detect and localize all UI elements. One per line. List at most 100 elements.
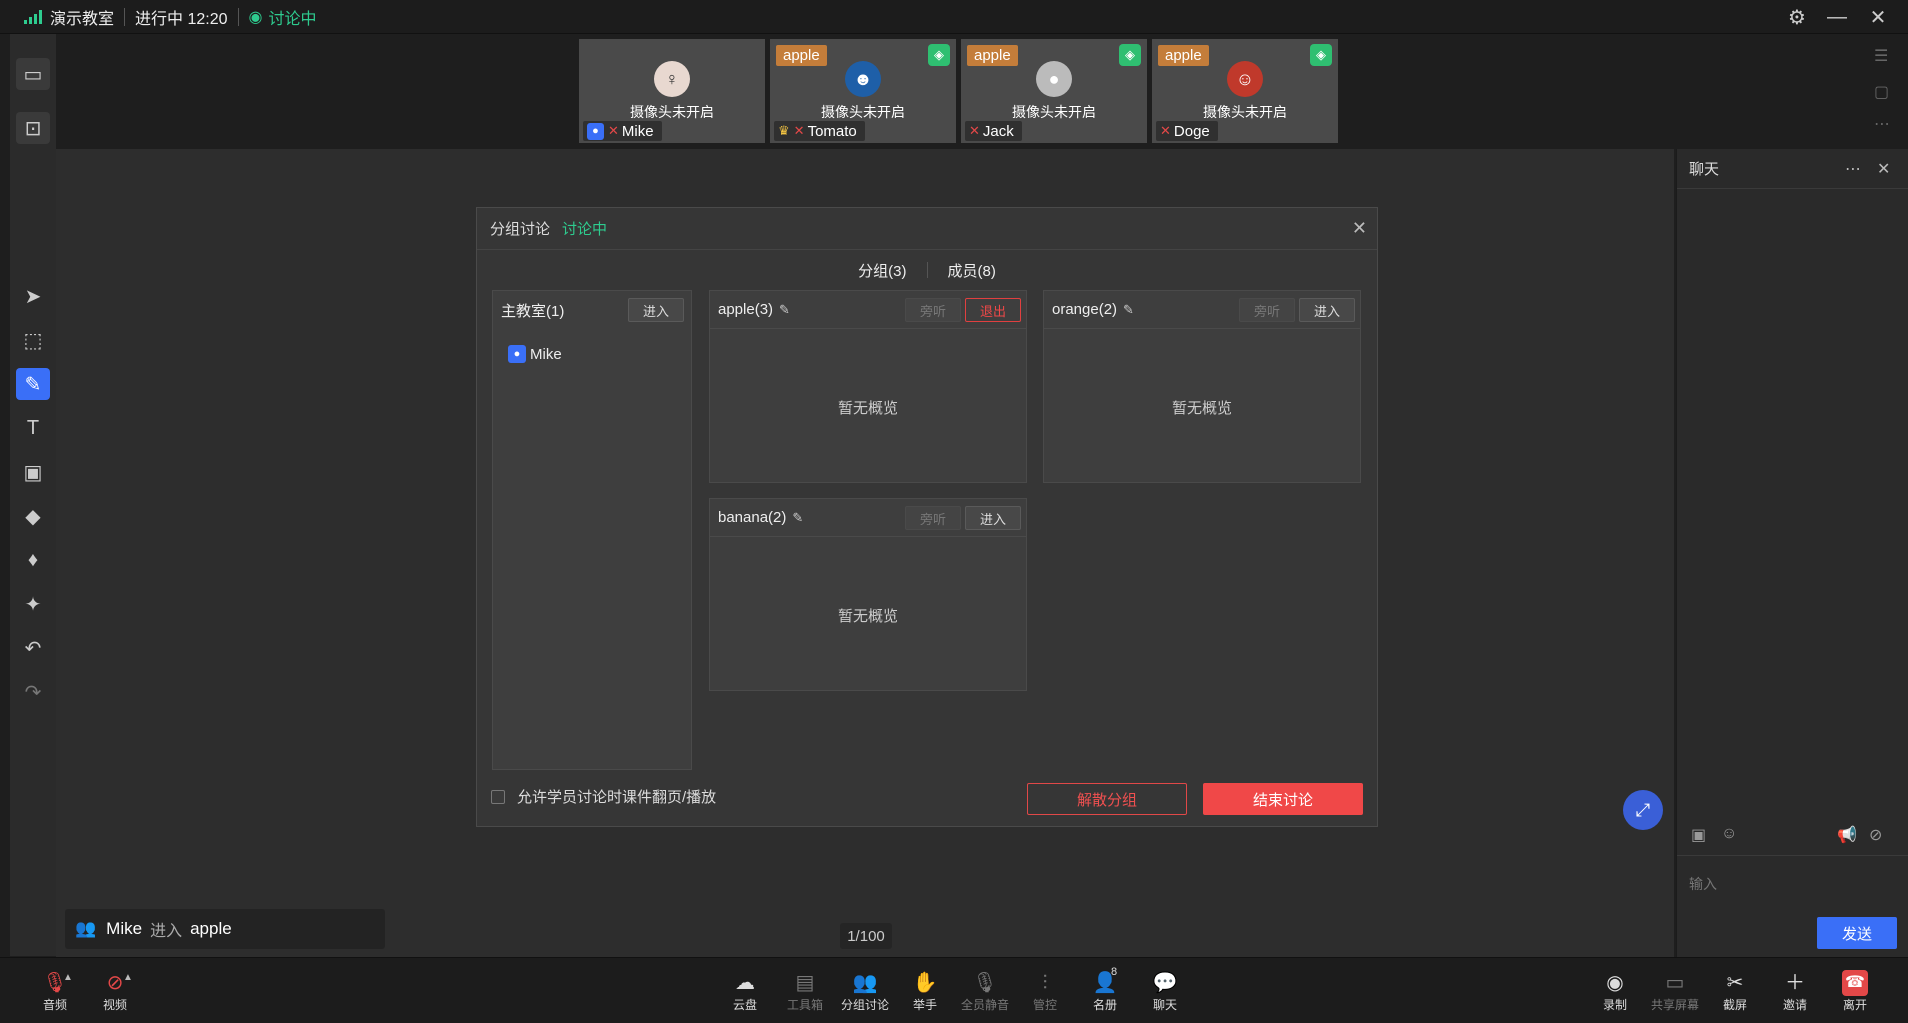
camera-off-label: 摄像头未开启: [630, 104, 714, 120]
raise-hand-button[interactable]: ✋ 举手: [895, 958, 955, 1023]
pen-icon[interactable]: ✎: [16, 368, 50, 400]
screen-capture-icon[interactable]: ⊡: [16, 112, 50, 144]
chat-button[interactable]: 💬 聊天: [1135, 958, 1195, 1023]
share-screen-icon: ▭: [1665, 971, 1685, 994]
brush-icon[interactable]: ♦: [16, 544, 50, 576]
list-icon[interactable]: ☰: [1874, 46, 1888, 66]
mute-all-button[interactable]: 🎙 全员静音: [955, 958, 1015, 1023]
image-icon[interactable]: ▣: [1691, 825, 1706, 845]
member-name: Mike: [530, 345, 562, 363]
dialog-header: 分组讨论 讨论中: [477, 208, 1377, 250]
raise-hand-label: 举手: [912, 997, 937, 1012]
magic-wand-icon[interactable]: ✦: [16, 588, 50, 620]
settings-icon[interactable]: ⚙: [1777, 0, 1817, 34]
chat-icon: 💬: [1152, 971, 1178, 994]
video-menu-arrow-icon[interactable]: ▲: [123, 972, 133, 983]
group-discussion-button[interactable]: 👥 分组讨论: [835, 958, 895, 1023]
leave-button[interactable]: ☎ 离开: [1825, 958, 1885, 1023]
avatar: ♀: [654, 61, 690, 97]
allow-paging-checkbox[interactable]: [491, 789, 505, 804]
close-icon[interactable]: ✕: [1858, 0, 1898, 34]
listen-button[interactable]: 旁听: [1239, 298, 1295, 322]
roster-button[interactable]: 👤 名册: [1075, 958, 1135, 1023]
expand-icon[interactable]: ⤢: [1623, 790, 1663, 830]
mute-chat-icon[interactable]: ⊘: [1869, 825, 1882, 845]
cloud-drive-button[interactable]: ☁ 云盘: [715, 958, 775, 1023]
dissolve-groups-button[interactable]: 解散分组: [1027, 783, 1187, 815]
chat-input[interactable]: [1677, 855, 1908, 911]
popout-icon[interactable]: ▢: [1874, 82, 1889, 102]
invite-button[interactable]: ＋ 邀请: [1765, 958, 1825, 1023]
emoji-icon[interactable]: ☺: [1721, 825, 1737, 843]
share-screen-label: 共享屏幕: [1650, 997, 1699, 1012]
audio-button[interactable]: 🎙 音频: [25, 958, 85, 1023]
pointer-icon[interactable]: ➤: [16, 280, 50, 312]
edit-icon[interactable]: ✎: [779, 302, 790, 318]
record-button[interactable]: ◉ 录制: [1585, 958, 1645, 1023]
enter-main-room-button[interactable]: 进入: [628, 298, 684, 322]
image-icon[interactable]: ▣: [16, 456, 50, 488]
undo-icon[interactable]: ↶: [16, 632, 50, 664]
whiteboard-icon[interactable]: ▭: [16, 58, 50, 90]
minimize-icon[interactable]: —: [1817, 0, 1857, 34]
left-toolbar: ▭ ⊡ ➤ ⬚ ✎ T ▣ ◆ ♦ ✦ ↶ ↷: [10, 34, 56, 956]
announce-icon[interactable]: 📢: [1837, 825, 1857, 845]
eraser-icon[interactable]: ◆: [16, 500, 50, 532]
video-tile[interactable]: apple ◈ ● 摄像头未开启 ✕ Jack: [961, 39, 1147, 143]
select-icon[interactable]: ⬚: [16, 324, 50, 356]
audio-menu-arrow-icon[interactable]: ▲: [63, 972, 73, 983]
edit-icon[interactable]: ✎: [792, 510, 803, 526]
host-icon: ●: [587, 122, 604, 140]
mute-all-icon: 🎙: [972, 971, 998, 994]
video-tile[interactable]: apple ◈ ☺ 摄像头未开启 ✕ Doge: [1152, 39, 1338, 143]
video-tile[interactable]: apple ◈ ☻ 摄像头未开启 ♛ ✕ Tomato: [770, 39, 956, 143]
host-icon: ●: [508, 345, 526, 363]
crown-icon: ♛: [778, 123, 790, 138]
toolbox-label: 工具箱: [786, 997, 823, 1012]
enter-group-button[interactable]: 进入: [1299, 298, 1355, 322]
text-icon[interactable]: T: [16, 412, 50, 444]
share-screen-button[interactable]: ▭ 共享屏幕: [1645, 958, 1705, 1023]
close-chat-icon[interactable]: ✕: [1877, 159, 1890, 179]
avatar: ☺: [1227, 61, 1263, 97]
group-tag: apple: [967, 45, 1018, 66]
edit-icon[interactable]: ✎: [1123, 302, 1134, 318]
screenshot-button[interactable]: ✂ 截屏: [1705, 958, 1765, 1023]
invite-label: 邀请: [1782, 997, 1807, 1012]
exit-group-button[interactable]: 退出: [965, 298, 1021, 322]
video-tile[interactable]: ♀ 摄像头未开启 ● ✕ Mike: [579, 39, 765, 143]
discussion-status[interactable]: ◉ 讨论中: [249, 0, 317, 34]
discussion-icon: ◉: [248, 8, 263, 26]
group-title: banana(2): [718, 509, 787, 526]
list-item[interactable]: ● Mike: [508, 345, 562, 363]
more-icon[interactable]: ⋯: [1874, 114, 1890, 134]
empty-preview: 暂无概览: [837, 400, 898, 417]
camera-off-label: 摄像头未开启: [821, 104, 905, 120]
listen-button[interactable]: 旁听: [905, 298, 961, 322]
end-discussion-button[interactable]: 结束讨论: [1203, 783, 1363, 815]
leave-label: 离开: [1842, 997, 1867, 1012]
main-room-panel: 主教室(1) 进入 ● Mike: [492, 290, 692, 770]
class-status: 进行中 12:20: [135, 10, 228, 28]
more-icon[interactable]: ⋯: [1845, 159, 1861, 179]
record-icon: ◉: [1606, 971, 1624, 994]
send-button[interactable]: 发送: [1817, 917, 1897, 949]
chat-header: 聊天: [1677, 149, 1908, 189]
listen-button[interactable]: 旁听: [905, 506, 961, 530]
tab-groups[interactable]: 分组(3): [838, 260, 926, 281]
toolbox-button[interactable]: ▤ 工具箱: [775, 958, 835, 1023]
enter-group-button[interactable]: 进入: [965, 506, 1021, 530]
control-button[interactable]: ⫶ 管控: [1015, 958, 1075, 1023]
video-button[interactable]: ⊘ 视频: [85, 958, 145, 1023]
group-panel-banana: banana(2) ✎ 旁听 进入 暂无概览: [709, 498, 1027, 691]
discussion-icon: ◈: [928, 44, 950, 66]
allow-paging-option[interactable]: 允许学员讨论时课件翻页/播放: [491, 786, 716, 807]
mic-off-icon: ✕: [1160, 123, 1171, 138]
mute-all-label: 全员静音: [960, 997, 1009, 1012]
close-icon[interactable]: ✕: [1352, 218, 1367, 239]
participant-name: ● ✕ Mike: [583, 121, 662, 141]
redo-icon[interactable]: ↷: [16, 676, 50, 708]
toolbox-icon: ▤: [795, 971, 815, 994]
tab-members[interactable]: 成员(8): [928, 260, 1016, 281]
participant-name: ✕ Jack: [965, 121, 1022, 141]
